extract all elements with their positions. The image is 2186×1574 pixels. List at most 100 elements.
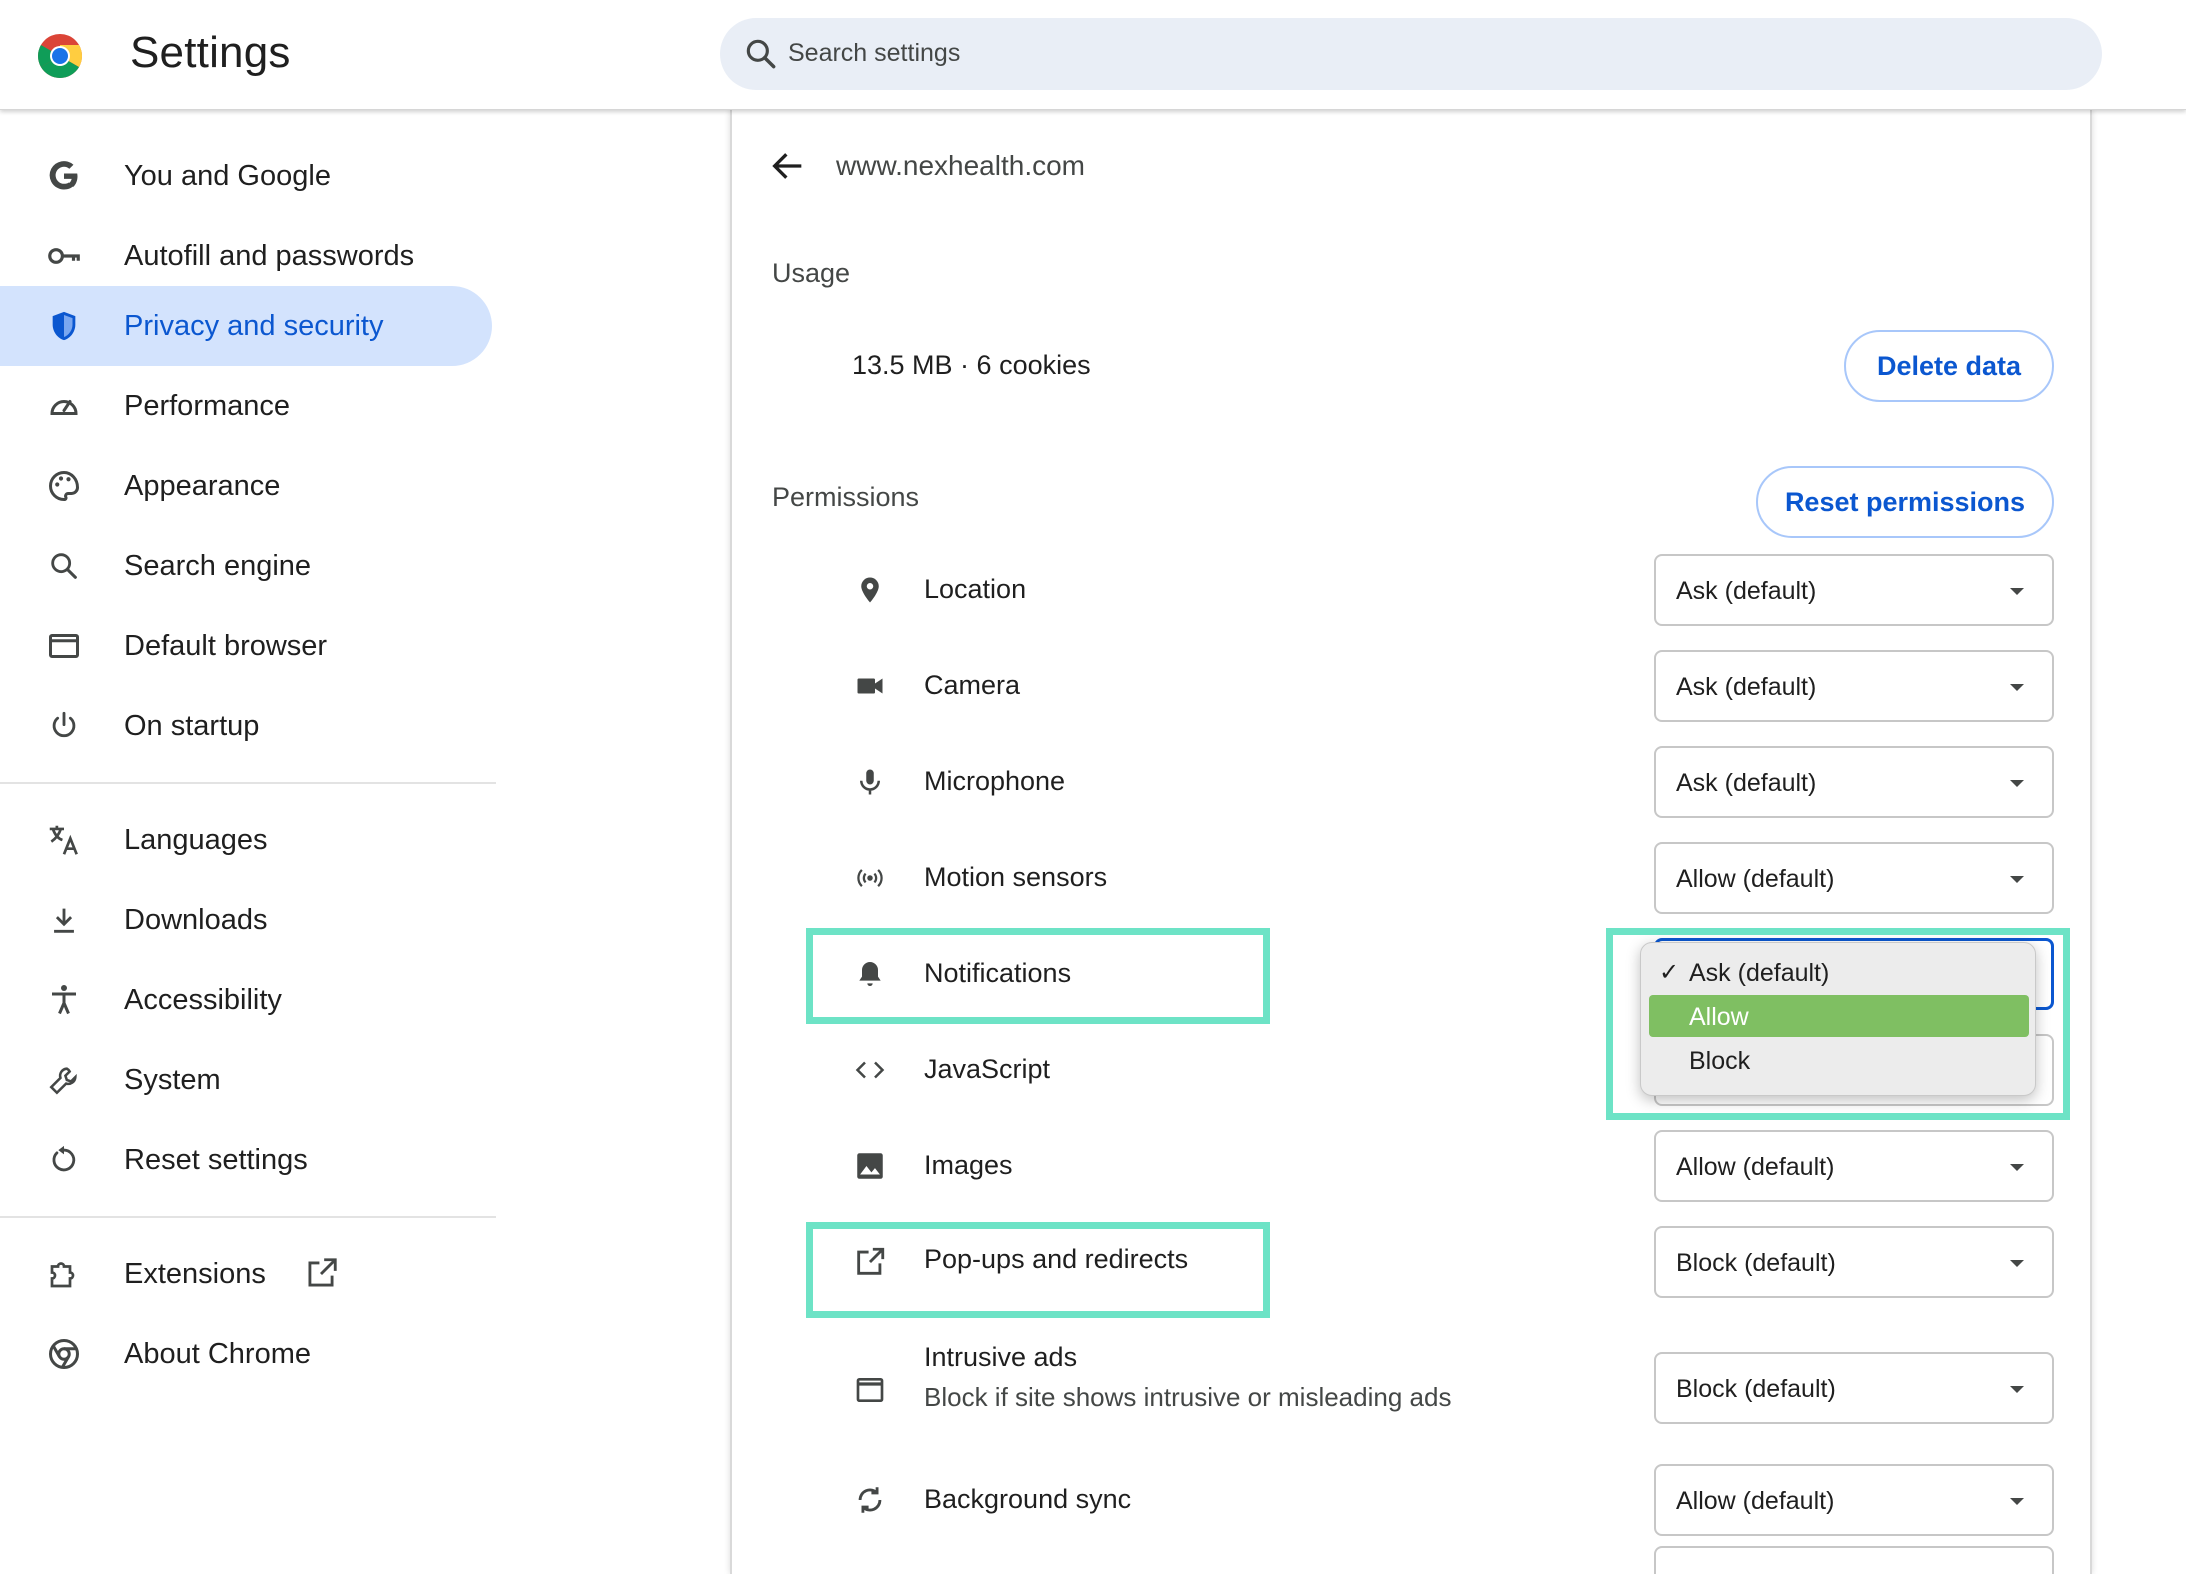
select-value: Block (default) bbox=[1676, 1249, 1836, 1277]
permission-label: JavaScript bbox=[924, 1054, 1051, 1084]
permission-row-location: Location Ask (default) bbox=[732, 554, 2092, 626]
chevron-down-icon bbox=[2010, 684, 2024, 691]
usage-value: 13.5 MB · 6 cookies bbox=[852, 350, 1091, 380]
sidebar-item-label: Performance bbox=[124, 389, 291, 422]
permission-sublabel: Block if site shows intrusive or mislead… bbox=[924, 1382, 1452, 1412]
sidebar-item-system[interactable]: System bbox=[0, 1040, 492, 1120]
sidebar-item-reset-settings[interactable]: Reset settings bbox=[0, 1120, 492, 1200]
permission-label: Microphone bbox=[924, 766, 1066, 796]
images-select[interactable]: Allow (default) bbox=[1654, 1130, 2054, 1202]
sidebar-item-label: Languages bbox=[124, 823, 268, 856]
chevron-down-icon bbox=[2010, 1164, 2024, 1171]
chrome-icon bbox=[44, 1334, 84, 1374]
select-value: Ask (default) bbox=[1676, 769, 1817, 797]
chevron-down-icon bbox=[2010, 876, 2024, 883]
sidebar-item-extensions[interactable]: Extensions bbox=[0, 1234, 492, 1314]
sidebar-item-on-startup[interactable]: On startup bbox=[0, 686, 492, 766]
sensors-icon bbox=[850, 858, 890, 898]
sidebar-item-label: System bbox=[124, 1063, 221, 1096]
background-sync-select[interactable]: Allow (default) bbox=[1654, 1464, 2054, 1536]
puzzle-icon bbox=[44, 1254, 84, 1294]
permission-label: Camera bbox=[924, 670, 1021, 700]
sidebar-item-you-and-google[interactable]: You and Google bbox=[0, 136, 492, 216]
search-icon bbox=[746, 39, 776, 69]
select-value: Allow (default) bbox=[1676, 1487, 1835, 1515]
permission-label: Background sync bbox=[924, 1484, 1132, 1514]
sidebar-divider bbox=[0, 782, 496, 784]
intrusive-ads-select[interactable]: Block (default) bbox=[1654, 1352, 2054, 1424]
sidebar-item-appearance[interactable]: Appearance bbox=[0, 446, 492, 526]
select-value: Allow (default) bbox=[1676, 1153, 1835, 1181]
permissions-heading: Permissions bbox=[772, 482, 920, 512]
sidebar-item-performance[interactable]: Performance bbox=[0, 366, 492, 446]
sidebar-item-label: Search engine bbox=[124, 549, 312, 582]
location-select[interactable]: Ask (default) bbox=[1654, 554, 2054, 626]
permission-label: Intrusive ads bbox=[924, 1342, 1078, 1372]
palette-icon bbox=[44, 466, 84, 506]
motion-sensors-select[interactable]: Allow (default) bbox=[1654, 842, 2054, 914]
permission-row-camera: Camera Ask (default) bbox=[732, 650, 2092, 722]
sidebar-divider bbox=[0, 1216, 496, 1218]
microphone-select[interactable]: Ask (default) bbox=[1654, 746, 2054, 818]
location-pin-icon bbox=[850, 570, 890, 610]
select-value: Ask (default) bbox=[1676, 673, 1817, 701]
sidebar-item-languages[interactable]: Languages bbox=[0, 800, 492, 880]
camera-select[interactable]: Ask (default) bbox=[1654, 650, 2054, 722]
next-permission-select[interactable] bbox=[1654, 1546, 2054, 1574]
permission-row-background-sync: Background sync Allow (default) bbox=[732, 1464, 2092, 1536]
search-input[interactable]: Search settings bbox=[720, 18, 2102, 90]
permission-label: Images bbox=[924, 1150, 1013, 1180]
sidebar-item-label: On startup bbox=[124, 709, 260, 742]
highlight-popups bbox=[806, 1222, 1270, 1318]
sidebar-item-downloads[interactable]: Downloads bbox=[0, 880, 492, 960]
highlight-dropdown bbox=[1606, 928, 2070, 1120]
sidebar-item-label: Extensions bbox=[124, 1257, 266, 1290]
permission-label: Motion sensors bbox=[924, 862, 1108, 892]
sidebar-item-privacy-and-security[interactable]: Privacy and security bbox=[0, 286, 492, 366]
delete-data-button[interactable]: Delete data bbox=[1844, 330, 2054, 402]
permission-row-intrusive-ads: Intrusive ads Block if site shows intrus… bbox=[732, 1338, 2092, 1442]
translate-icon bbox=[44, 820, 84, 860]
sidebar-item-default-browser[interactable]: Default browser bbox=[0, 606, 492, 686]
google-g-icon bbox=[44, 156, 84, 196]
sidebar-item-label: You and Google bbox=[124, 159, 331, 192]
sidebar-item-about-chrome[interactable]: About Chrome bbox=[0, 1314, 492, 1394]
camera-icon bbox=[850, 666, 890, 706]
select-value: Block (default) bbox=[1676, 1375, 1836, 1403]
sidebar: You and Google Autofill and passwords Pr… bbox=[0, 110, 500, 1574]
browser-window-icon bbox=[44, 626, 84, 666]
chevron-down-icon bbox=[2010, 1498, 2024, 1505]
reset-icon bbox=[44, 1140, 84, 1180]
chevron-down-icon bbox=[2010, 1260, 2024, 1267]
reset-permissions-button[interactable]: Reset permissions bbox=[1756, 466, 2054, 538]
search-placeholder: Search settings bbox=[788, 39, 961, 67]
permission-label: Location bbox=[924, 574, 1027, 604]
wrench-icon bbox=[44, 1060, 84, 1100]
sidebar-item-label: Privacy and security bbox=[124, 309, 384, 342]
highlight-notifications bbox=[806, 928, 1270, 1024]
speedometer-icon bbox=[44, 386, 84, 426]
sidebar-item-label: Downloads bbox=[124, 903, 268, 936]
permission-row-images: Images Allow (default) bbox=[732, 1130, 2092, 1202]
sidebar-item-label: About Chrome bbox=[124, 1337, 311, 1370]
site-title: www.nexhealth.com bbox=[836, 150, 1086, 181]
sidebar-item-search-engine[interactable]: Search engine bbox=[0, 526, 492, 606]
ad-window-icon bbox=[850, 1370, 890, 1410]
usage-heading: Usage bbox=[772, 258, 851, 288]
permission-row-microphone: Microphone Ask (default) bbox=[732, 746, 2092, 818]
back-arrow-icon[interactable] bbox=[768, 146, 808, 186]
select-value: Ask (default) bbox=[1676, 577, 1817, 605]
sidebar-item-autofill[interactable]: Autofill and passwords bbox=[0, 216, 492, 296]
shield-icon bbox=[44, 306, 84, 346]
power-icon bbox=[44, 706, 84, 746]
sidebar-item-label: Reset settings bbox=[124, 1143, 308, 1176]
accessibility-icon bbox=[44, 980, 84, 1020]
chevron-down-icon bbox=[2010, 1386, 2024, 1393]
image-icon bbox=[850, 1146, 890, 1186]
sidebar-item-label: Accessibility bbox=[124, 983, 282, 1016]
page-title: Settings bbox=[130, 28, 291, 77]
permission-row-motion-sensors: Motion sensors Allow (default) bbox=[732, 842, 2092, 914]
code-icon bbox=[850, 1050, 890, 1090]
sidebar-item-accessibility[interactable]: Accessibility bbox=[0, 960, 492, 1040]
popups-select[interactable]: Block (default) bbox=[1654, 1226, 2054, 1298]
